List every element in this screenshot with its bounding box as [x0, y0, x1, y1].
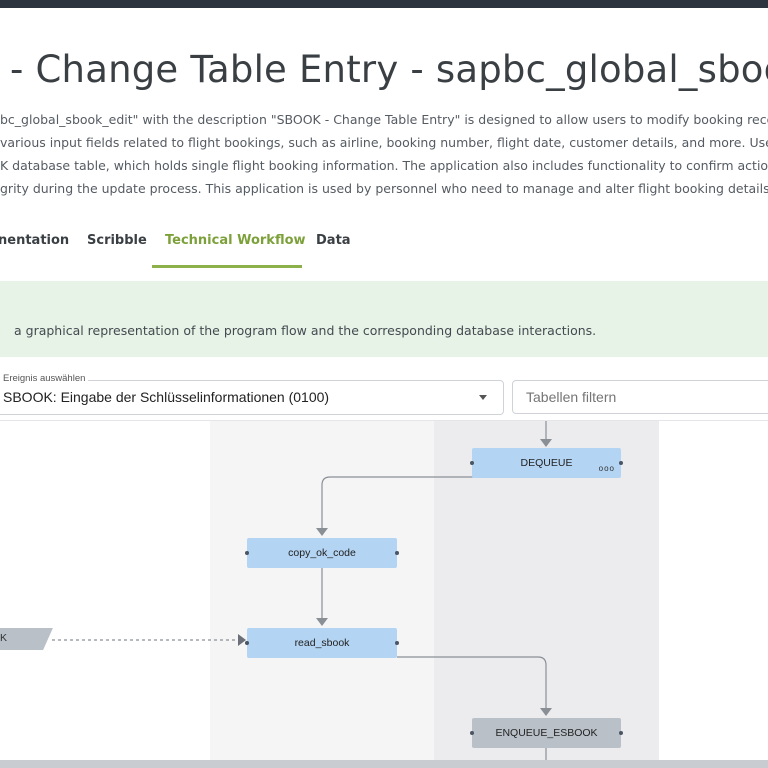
- port: [395, 641, 399, 645]
- tab-technical-workflow[interactable]: Technical Workflow: [165, 224, 306, 266]
- port: [619, 461, 623, 465]
- tab-data[interactable]: Data: [316, 224, 351, 266]
- table-filter-input[interactable]: [512, 380, 768, 414]
- info-banner-text: a graphical representation of the progra…: [14, 323, 597, 338]
- arrowhead: [316, 618, 328, 626]
- node-label: ENQUEUE_ESBOOK: [495, 727, 598, 739]
- description-line: bc_global_sbook_edit" with the descripti…: [0, 112, 768, 127]
- description-line: various input fields related to flight b…: [0, 135, 768, 150]
- node-label: DEQUEUE: [520, 457, 573, 469]
- db-table-node-label: K: [0, 632, 8, 644]
- description-line: K database table, which holds single fli…: [0, 158, 768, 173]
- edge: [321, 468, 547, 529]
- more-icon[interactable]: ooo: [599, 465, 615, 473]
- port: [245, 551, 249, 555]
- workflow-canvas[interactable]: DEQUEUE ooo copy_ok_code read_sbook ENQU…: [0, 420, 768, 760]
- node-dequeue[interactable]: DEQUEUE ooo: [470, 448, 623, 478]
- tab-bar: nentation Scribble Technical Workflow Da…: [0, 224, 768, 268]
- workflow-edges: [52, 421, 552, 760]
- arrowhead: [316, 528, 328, 536]
- edge: [397, 656, 547, 709]
- window-bottom-bar: [0, 760, 768, 768]
- chevron-down-icon[interactable]: [479, 395, 487, 400]
- port: [245, 641, 249, 645]
- event-select-value: SBOOK: Eingabe der Schlüsselinformatione…: [3, 389, 330, 405]
- event-select[interactable]: SBOOK: Eingabe der Schlüsselinformatione…: [0, 380, 504, 415]
- node-read-sbook[interactable]: read_sbook: [245, 628, 399, 658]
- page-title: - Change Table Entry - sapbc_global_sboo…: [10, 48, 768, 91]
- tab-documentation[interactable]: nentation: [0, 224, 69, 266]
- port: [470, 731, 474, 735]
- port: [470, 461, 474, 465]
- arrowhead: [540, 708, 552, 716]
- info-banner: a graphical representation of the progra…: [0, 281, 768, 357]
- active-tab-indicator: [152, 265, 302, 268]
- node-copy-ok-code[interactable]: copy_ok_code: [245, 538, 399, 568]
- tab-scribble[interactable]: Scribble: [87, 224, 147, 266]
- port: [619, 731, 623, 735]
- arrowhead: [540, 439, 552, 447]
- event-select-legend: Ereignis auswählen: [0, 373, 89, 384]
- port: [395, 551, 399, 555]
- window-top-bar: [0, 0, 768, 8]
- node-label: read_sbook: [294, 637, 350, 649]
- app-description: bc_global_sbook_edit" with the descripti…: [0, 108, 768, 200]
- page-content: - Change Table Entry - sapbc_global_sboo…: [0, 8, 768, 760]
- node-label: copy_ok_code: [288, 547, 356, 559]
- description-line: grity during the update process. This ap…: [0, 181, 768, 196]
- node-enqueue-esbook[interactable]: ENQUEUE_ESBOOK: [470, 718, 623, 748]
